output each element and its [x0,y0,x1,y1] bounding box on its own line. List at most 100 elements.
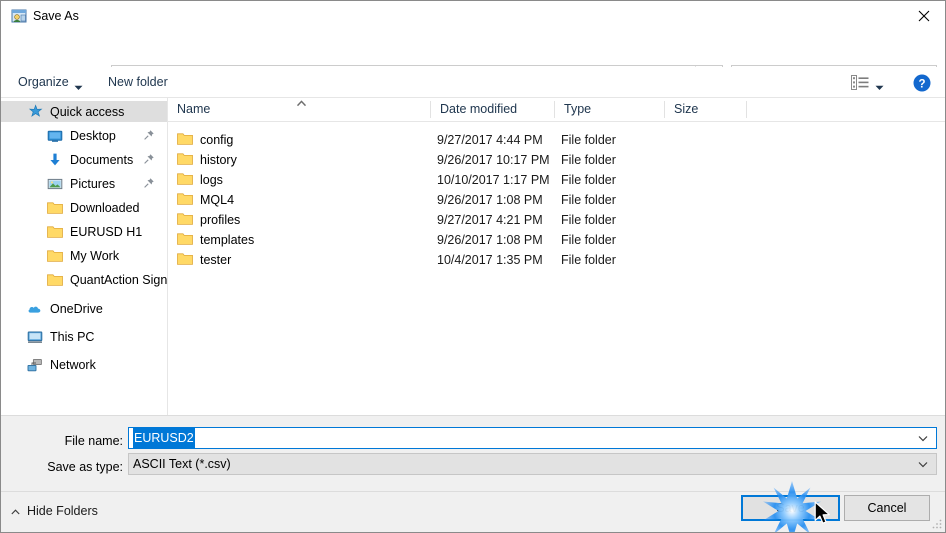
column-header-size[interactable]: Size [665,98,746,121]
sidebar-item-desktop[interactable]: Desktop [1,125,167,146]
sidebar-item-this-pc[interactable]: This PC [1,326,167,347]
column-header-type[interactable]: Type [555,98,664,121]
folder-icon [177,232,193,246]
sidebar-item-label: Network [50,357,96,372]
file-name-value[interactable]: EURUSD2 [133,427,195,449]
folder-icon [177,192,193,206]
caret-up-icon [11,504,20,518]
save-as-type-value: ASCII Text (*.csv) [133,457,231,471]
save-as-type-select[interactable]: ASCII Text (*.csv) [128,453,937,475]
sidebar-item-label: Desktop [70,128,116,143]
cell-name: templates [200,233,255,247]
chevron-down-icon[interactable] [918,454,928,474]
table-row[interactable]: config 9/27/2017 4:44 PM File folder [168,130,945,150]
hide-folders-button[interactable]: Hide Folders [11,501,98,521]
cell-name: MQL4 [200,193,235,207]
pin-icon[interactable] [143,129,155,141]
caret-down-icon[interactable] [74,80,83,94]
sidebar-item-label: Downloaded [70,200,140,215]
save-as-app-icon [11,8,27,24]
view-caret-down-icon[interactable] [875,80,884,94]
folder-icon [47,200,63,216]
sidebar-item-network[interactable]: Network [1,354,167,375]
column-header-date-modified[interactable]: Date modified [431,98,554,121]
close-button[interactable] [901,1,945,31]
sidebar-item-label: This PC [50,329,95,344]
cell-date-modified: 9/26/2017 1:08 PM [437,233,543,247]
cell-name: config [200,133,234,147]
cell-type: File folder [561,213,616,227]
save-button[interactable]: Save [741,495,840,521]
navigation-bar: « Roaming › MetaQuotes › Terminal › 9155… [1,31,945,91]
help-icon[interactable]: ? [913,74,931,92]
pin-icon[interactable] [143,153,155,165]
sidebar-item-downloaded[interactable]: Downloaded [1,197,167,218]
cell-date-modified: 10/10/2017 1:17 PM [437,173,550,187]
sidebar-item-my-work[interactable]: My Work [1,245,167,266]
file-list-view: Name Date modified Type Size config 9/27… [168,98,945,415]
sidebar-item-eurusd-h1[interactable]: EURUSD H1 [1,221,167,242]
onedrive-cloud-icon [27,301,43,317]
table-row[interactable]: MQL4 9/26/2017 1:08 PM File folder [168,190,945,210]
save-as-dialog: Save As Organize New folder ? Quick acce… [0,0,946,533]
cell-type: File folder [561,173,616,187]
cell-date-modified: 9/27/2017 4:21 PM [437,213,543,227]
hide-folders-label: Hide Folders [27,504,98,518]
sidebar-item-label: OneDrive [50,301,103,316]
column-divider[interactable] [746,101,747,118]
folder-icon [177,172,193,186]
sidebar-item-label: Documents [70,152,134,167]
new-folder-button[interactable]: New folder [108,73,168,91]
column-header-name[interactable]: Name [168,98,430,121]
title-bar: Save As [1,1,945,31]
sidebar-item-label: Quick access [50,104,125,119]
sidebar-item-label: QuantAction Signal [70,272,167,287]
table-row[interactable]: history 9/26/2017 10:17 PM File folder [168,150,945,170]
desktop-icon [47,128,63,144]
sidebar-item-label: My Work [70,248,120,263]
documents-download-icon [47,152,63,168]
sidebar-item-quantaction-signal[interactable]: QuantAction Signal [1,269,167,290]
folder-icon [47,272,63,288]
folder-icon [47,224,63,240]
cell-type: File folder [561,153,616,167]
view-layout-icon[interactable] [851,75,869,90]
cell-name: history [200,153,237,167]
sidebar-item-onedrive[interactable]: OneDrive [1,298,167,319]
sidebar-item-label: Pictures [70,176,116,191]
chevron-down-icon[interactable] [918,428,928,448]
folder-icon [47,248,63,264]
close-icon [918,10,930,22]
folder-icon [177,152,193,166]
cell-date-modified: 9/27/2017 4:44 PM [437,133,543,147]
sidebar-item-documents[interactable]: Documents [1,149,167,170]
table-row[interactable]: templates 9/26/2017 1:08 PM File folder [168,230,945,250]
cancel-button-label: Cancel [867,501,907,515]
cell-name: tester [200,253,232,267]
folder-icon [177,132,193,146]
star-icon [27,103,43,120]
column-headers: Name Date modified Type Size [168,98,945,122]
pin-icon[interactable] [143,177,155,189]
file-name-input[interactable]: EURUSD2 [128,427,937,449]
sidebar-item-pictures[interactable]: Pictures [1,173,167,194]
cell-type: File folder [561,253,616,267]
window-title: Save As [33,9,79,23]
table-row[interactable]: tester 10/4/2017 1:35 PM File folder [168,250,945,270]
cell-name: profiles [200,213,241,227]
cell-date-modified: 9/26/2017 1:08 PM [437,193,543,207]
cancel-button[interactable]: Cancel [844,495,930,521]
this-pc-icon [27,329,43,345]
table-row[interactable]: profiles 9/27/2017 4:21 PM File folder [168,210,945,230]
cell-date-modified: 10/4/2017 1:35 PM [437,253,543,267]
pictures-icon [47,176,63,192]
folder-icon [177,252,193,266]
sidebar-item-quick-access[interactable]: Quick access [1,101,167,122]
table-row[interactable]: logs 10/10/2017 1:17 PM File folder [168,170,945,190]
cell-date-modified: 9/26/2017 10:17 PM [437,153,550,167]
file-name-label: File name: [64,434,123,448]
organize-button[interactable]: Organize [18,73,69,91]
command-toolbar: Organize New folder ? [1,67,945,98]
resize-grip-icon[interactable] [931,518,943,530]
svg-text:?: ? [918,78,925,90]
